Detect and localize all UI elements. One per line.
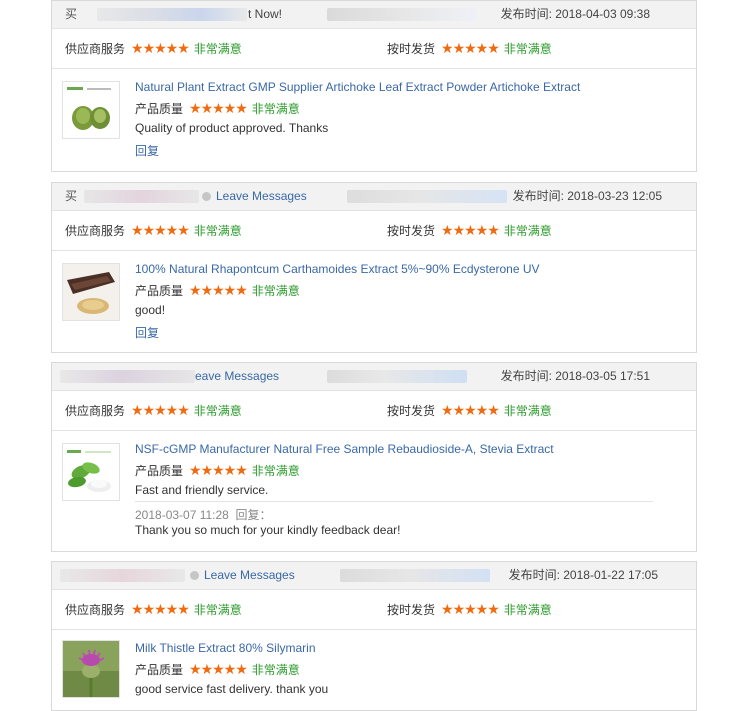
product-quality-rating: 产品质量 ★★★★★ 非常满意	[135, 661, 300, 677]
review-card: eave Messages 发布时间: 2018-03-05 17:51 供应商…	[51, 362, 697, 552]
review-header: 买 Leave Messages 发布时间: 2018-03-23 12:05	[52, 183, 696, 211]
product-title-link[interactable]: 100% Natural Rhapontcum Carthamoides Ext…	[135, 262, 540, 276]
review-header: eave Messages 发布时间: 2018-03-05 17:51	[52, 363, 696, 391]
review-header: 买 t Now! 发布时间: 2018-04-03 09:38	[52, 1, 696, 29]
product-title-link[interactable]: Natural Plant Extract GMP Supplier Artic…	[135, 80, 580, 94]
post-time: 发布时间: 2018-01-22 17:05	[508, 568, 658, 582]
blurred-region	[327, 8, 477, 21]
post-time: 发布时间: 2018-03-23 12:05	[512, 189, 662, 203]
milk-thistle-image[interactable]	[62, 640, 120, 698]
rating-row: 供应商服务 ★★★★★ 非常满意 按时发货 ★★★★★ 非常满意	[52, 29, 696, 69]
blurred-buyer	[84, 190, 199, 203]
supplier-service-rating: 供应商服务 ★★★★★ 非常满意	[65, 222, 242, 238]
rating-row: 供应商服务 ★★★★★ 非常满意 按时发货 ★★★★★ 非常满意	[52, 391, 696, 431]
artichoke-image[interactable]	[62, 81, 120, 139]
buyer-name: 买	[65, 7, 78, 21]
reply-divider	[135, 501, 653, 502]
review-comment: good!	[135, 303, 166, 317]
review-comment: Fast and friendly service.	[135, 483, 269, 497]
blurred-buyer	[97, 8, 247, 21]
rating-row: 供应商服务 ★★★★★ 非常满意 按时发货 ★★★★★ 非常满意	[52, 211, 696, 251]
blurred-buyer	[60, 569, 185, 582]
review-comment: Quality of product approved. Thanks	[135, 121, 329, 135]
on-time-delivery-rating: 按时发货 ★★★★★ 非常满意	[387, 40, 552, 56]
on-time-delivery-rating: 按时发货 ★★★★★ 非常满意	[387, 601, 552, 617]
reply-button[interactable]: 回复	[135, 324, 159, 341]
star-rating-icon: ★★★★★	[131, 402, 190, 418]
message-dot-icon	[190, 571, 199, 580]
star-rating-icon: ★★★★★	[131, 40, 190, 56]
star-rating-icon: ★★★★★	[189, 462, 248, 478]
on-time-delivery-rating: 按时发货 ★★★★★ 非常满意	[387, 222, 552, 238]
on-time-delivery-rating: 按时发货 ★★★★★ 非常满意	[387, 402, 552, 418]
review-card: 买 Leave Messages 发布时间: 2018-03-23 12:05 …	[51, 182, 697, 353]
blurred-buyer	[60, 370, 195, 383]
star-rating-icon: ★★★★★	[189, 661, 248, 677]
header-message-link[interactable]: t Now!	[248, 1, 282, 28]
rating-row: 供应商服务 ★★★★★ 非常满意 按时发货 ★★★★★ 非常满意	[52, 590, 696, 630]
review-header: Leave Messages 发布时间: 2018-01-22 17:05	[52, 562, 696, 590]
star-rating-icon: ★★★★★	[131, 601, 190, 617]
rhaponticum-root-image[interactable]	[62, 263, 120, 321]
supplier-service-rating: 供应商服务 ★★★★★ 非常满意	[65, 601, 242, 617]
reply-button[interactable]: 回复	[135, 142, 159, 159]
blurred-region	[340, 569, 490, 582]
star-rating-icon: ★★★★★	[189, 100, 248, 116]
star-rating-icon: ★★★★★	[441, 222, 500, 238]
blurred-region	[327, 370, 467, 383]
buyer-name: 买	[65, 189, 78, 203]
product-title-link[interactable]: NSF-cGMP Manufacturer Natural Free Sampl…	[135, 442, 554, 456]
message-dot-icon	[202, 192, 211, 201]
seller-reply-text: Thank you so much for your kindly feedba…	[135, 523, 401, 537]
leave-messages-link[interactable]: Leave Messages	[202, 183, 307, 210]
star-rating-icon: ★★★★★	[441, 40, 500, 56]
supplier-service-rating: 供应商服务 ★★★★★ 非常满意	[65, 40, 242, 56]
blurred-region	[347, 190, 507, 203]
post-time: 发布时间: 2018-03-05 17:51	[500, 369, 650, 383]
star-rating-icon: ★★★★★	[131, 222, 190, 238]
product-quality-rating: 产品质量 ★★★★★ 非常满意	[135, 462, 300, 478]
star-rating-icon: ★★★★★	[441, 601, 500, 617]
product-quality-rating: 产品质量 ★★★★★ 非常满意	[135, 282, 300, 298]
review-card: Leave Messages 发布时间: 2018-01-22 17:05 供应…	[51, 561, 697, 711]
star-rating-icon: ★★★★★	[189, 282, 248, 298]
star-rating-icon: ★★★★★	[441, 402, 500, 418]
post-time: 发布时间: 2018-04-03 09:38	[500, 7, 650, 21]
review-card: 买 t Now! 发布时间: 2018-04-03 09:38 供应商服务 ★★★…	[51, 0, 697, 172]
review-comment: good service fast delivery. thank you	[135, 682, 329, 696]
leave-messages-link[interactable]: Leave Messages	[190, 562, 295, 589]
product-quality-rating: 产品质量 ★★★★★ 非常满意	[135, 100, 300, 116]
supplier-service-rating: 供应商服务 ★★★★★ 非常满意	[65, 402, 242, 418]
stevia-image[interactable]	[62, 443, 120, 501]
seller-reply-header: 2018-03-07 11:28 回复：	[135, 508, 272, 522]
product-title-link[interactable]: Milk Thistle Extract 80% Silymarin	[135, 641, 316, 655]
leave-messages-link[interactable]: eave Messages	[195, 363, 279, 390]
